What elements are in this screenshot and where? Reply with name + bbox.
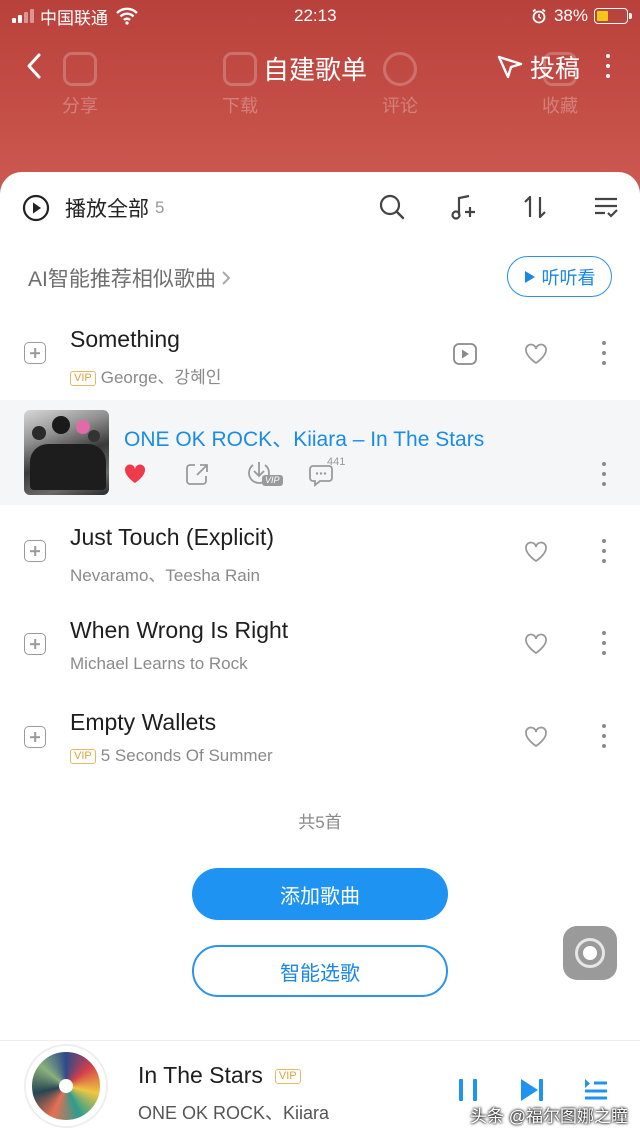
vip-badge: VIP	[70, 371, 96, 386]
ai-recommend-link[interactable]: AI智能推荐相似歌曲	[28, 263, 232, 293]
status-bar-right: 38%	[531, 4, 632, 28]
vip-badge: VIP	[70, 749, 96, 764]
download-button[interactable]: VIP	[246, 460, 288, 490]
player-title: In The Stars	[138, 1062, 263, 1088]
alarm-icon	[532, 8, 546, 24]
playlist-queue-icon[interactable]	[582, 1076, 610, 1104]
player-vip-badge: VIP	[274, 1069, 301, 1084]
song-more-icon[interactable]	[601, 539, 607, 563]
submit-label: 投稿	[530, 55, 581, 83]
album-disc[interactable]	[26, 1046, 106, 1126]
song-more-icon[interactable]	[601, 462, 607, 486]
play-icon	[524, 270, 535, 283]
watermark: 头条 @福尔图娜之瞳	[470, 1107, 628, 1126]
smart-pick-button[interactable]: 智能选歌	[192, 945, 448, 997]
mv-icon[interactable]	[452, 342, 478, 366]
nav-bar: 自建歌单 投稿	[0, 44, 640, 88]
heart-icon[interactable]	[523, 725, 549, 749]
share-icon[interactable]	[184, 461, 210, 487]
search-icon[interactable]	[378, 193, 406, 221]
song-title: When Wrong Is Right	[70, 617, 289, 643]
song-title: Something	[70, 326, 180, 352]
more-icon[interactable]	[605, 54, 611, 78]
song-meta: VIP George、강혜인	[70, 363, 221, 388]
battery-icon	[594, 8, 632, 24]
comment-count: 441	[327, 456, 346, 468]
song-count: 5	[155, 198, 165, 217]
ai-recommend-label: AI智能推荐相似歌曲	[28, 268, 216, 291]
heart-icon[interactable]	[523, 632, 549, 656]
heart-icon[interactable]	[523, 342, 549, 366]
assistive-touch-button[interactable]	[563, 926, 617, 980]
play-circle-icon	[22, 194, 50, 222]
song-more-icon[interactable]	[601, 724, 607, 748]
add-songs-label: 添加歌曲	[280, 885, 360, 908]
player-artist: ONE OK ROCK、Kiiara	[138, 1103, 330, 1123]
submit-button[interactable]: 投稿	[496, 49, 580, 85]
status-time: 22:13	[294, 6, 337, 25]
song-artist: 5 Seconds Of Summer	[100, 746, 273, 765]
song-artist: George、강혜인	[100, 368, 222, 387]
add-songs-button[interactable]: 添加歌曲	[192, 868, 448, 920]
heart-icon[interactable]	[523, 540, 549, 564]
song-title: Just Touch (Explicit)	[70, 524, 275, 550]
send-icon	[497, 55, 523, 79]
add-to-list-icon[interactable]	[24, 540, 46, 562]
battery-percent: 38%	[553, 6, 588, 25]
download-vip-badge: VIP	[262, 475, 283, 486]
add-to-list-icon[interactable]	[24, 342, 46, 364]
song-title: Empty Wallets	[70, 709, 217, 735]
song-more-icon[interactable]	[601, 341, 607, 365]
comment-button[interactable]: 441	[308, 456, 358, 489]
listen-button[interactable]: 听听看	[507, 256, 612, 297]
player-track: In The Stars VIP	[138, 1062, 306, 1089]
chevron-right-icon	[222, 271, 231, 285]
add-music-icon[interactable]	[450, 193, 478, 221]
song-title-playing: ONE OK ROCK、Kiiara – In The Stars	[124, 428, 485, 451]
song-more-icon[interactable]	[601, 631, 607, 655]
play-all-label: 播放全部	[65, 198, 149, 221]
signal-icon	[12, 9, 34, 23]
total-count: 共5首	[298, 813, 342, 832]
song-artist: Nevaramo、Teesha Rain	[70, 566, 260, 585]
smart-pick-label: 智能选歌	[280, 962, 360, 985]
listen-label: 听听看	[541, 267, 596, 288]
multi-select-icon[interactable]	[592, 193, 620, 221]
add-to-list-icon[interactable]	[24, 726, 46, 748]
song-meta: VIP 5 Seconds Of Summer	[70, 746, 273, 766]
album-cover	[24, 410, 109, 495]
sort-icon[interactable]	[521, 193, 549, 221]
wifi-icon	[116, 7, 138, 25]
next-track-icon[interactable]	[518, 1076, 546, 1104]
play-all-button[interactable]: 播放全部 5	[22, 193, 164, 223]
status-bar-left: 中国联通	[12, 4, 138, 28]
song-artist: Michael Learns to Rock	[70, 654, 248, 673]
pause-icon[interactable]	[455, 1076, 481, 1104]
add-to-list-icon[interactable]	[24, 633, 46, 655]
carrier-label: 中国联通	[40, 8, 108, 28]
liked-heart-icon[interactable]	[122, 462, 148, 486]
